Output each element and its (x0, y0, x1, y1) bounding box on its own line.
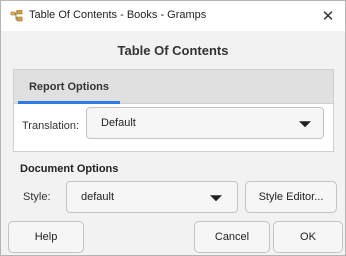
style-editor-button[interactable]: Style Editor... (245, 181, 337, 213)
close-icon[interactable]: ✕ (322, 7, 335, 25)
window-title: Table Of Contents - Books - Gramps (29, 9, 207, 21)
translation-dropdown[interactable]: Default (86, 107, 324, 139)
style-value: default (81, 191, 115, 203)
dialog-window: Table Of Contents - Books - Gramps ✕ Tab… (0, 0, 346, 256)
gramps-app-icon (10, 9, 23, 22)
style-label: Style: (23, 191, 51, 203)
translation-value: Default (101, 117, 136, 129)
active-tab-indicator (18, 101, 120, 104)
chevron-down-icon (299, 121, 311, 128)
help-label: Help (34, 231, 58, 243)
options-notebook: Report Options Translation: Default (13, 69, 334, 152)
dialog-header: Table Of Contents (1, 31, 345, 69)
tab-bar: Report Options (14, 70, 333, 104)
chevron-down-icon (210, 195, 222, 202)
ok-label: OK (300, 231, 316, 243)
help-button[interactable]: Help (8, 221, 84, 253)
style-dropdown[interactable]: default (66, 181, 238, 213)
cancel-label: Cancel (214, 231, 250, 243)
page-title: Table Of Contents (117, 42, 229, 58)
close-button[interactable]: ✕ (311, 1, 345, 31)
tab-report-options[interactable]: Report Options (18, 70, 120, 104)
ok-button[interactable]: OK (273, 221, 343, 253)
style-editor-label: Style Editor... (258, 191, 324, 203)
document-options-heading: Document Options (20, 163, 119, 175)
cancel-button[interactable]: Cancel (194, 221, 270, 253)
translation-label: Translation: (22, 120, 80, 132)
tab-label: Report Options (28, 81, 110, 93)
title-bar[interactable]: Table Of Contents - Books - Gramps ✕ (1, 1, 345, 31)
